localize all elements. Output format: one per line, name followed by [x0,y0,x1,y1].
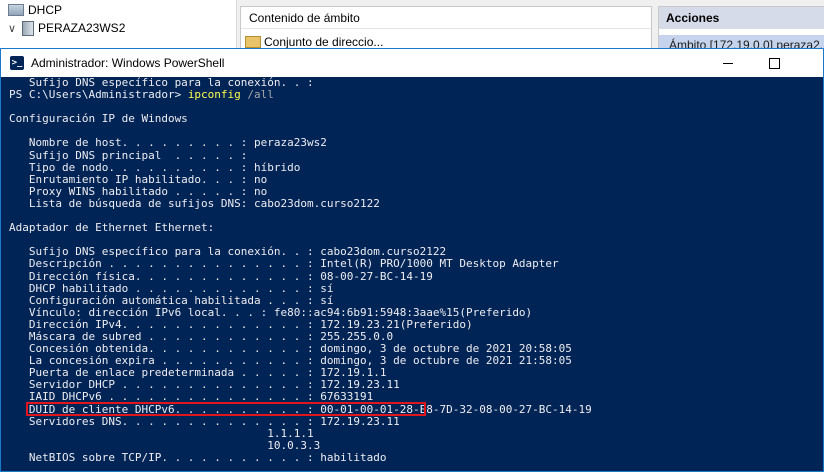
tree-pane: DHCP ∨ PERAZA23WS2 [0,0,237,52]
folder-icon [245,36,261,48]
server-icon [22,20,34,36]
powershell-window: >_ Administrador: Windows PowerShell Suf… [0,48,824,472]
actions-pane: Acciones Ámbito [172.19.0.0] peraza2... [658,6,824,55]
minimize-button[interactable] [705,49,751,77]
window-title: Administrador: Windows PowerShell [31,56,225,70]
content-list-item[interactable]: Conjunto de direccio... [245,35,383,49]
tree-item-dhcp-label: DHCP [28,3,63,17]
console-line: Sufijo DNS principal . . . . . : [9,148,248,162]
dhcp-icon [8,4,24,16]
title-bar[interactable]: >_ Administrador: Windows PowerShell [1,49,823,77]
console-line: Descripción . . . . . . . . . . . . . . … [9,257,559,271]
mmc-background-window: DHCP ∨ PERAZA23WS2 Contenido de ámbito C… [0,0,824,55]
console-line: Configuración automática habilitada . . … [9,293,334,307]
console-line: Adaptador de Ethernet Ethernet: [9,221,215,235]
console-line: Lista de búsqueda de sufijos DNS: cabo23… [9,196,380,210]
content-list-item-label: Conjunto de direccio... [264,35,384,49]
console-line: DHCP habilitado . . . . . . . . . . . . … [9,281,334,295]
console-line: Servidores DNS. . . . . . . . . . . . . … [9,414,400,428]
prompt-text: PS C:\Users\Administrador> [9,88,188,102]
console-line: NetBIOS sobre TCP/IP. . . . . . . . . . … [9,450,387,464]
command-text: ipconfig [187,88,241,102]
powershell-icon[interactable]: >_ [10,56,24,70]
actions-header: Acciones [659,7,824,29]
console-output[interactable]: Sufijo DNS específico para la conexión. … [1,77,823,471]
console-line: Dirección física. . . . . . . . . . . . … [9,269,433,283]
console-line: Configuración IP de Windows [9,112,188,126]
console-line: Nombre de host. . . . . . . . . : peraza… [9,136,327,150]
maximize-button[interactable] [751,49,797,77]
tree-item-server[interactable]: ∨ PERAZA23WS2 [8,20,125,36]
minimize-icon [723,62,733,64]
content-pane-header[interactable]: Contenido de ámbito [241,7,651,29]
chevron-down-icon[interactable]: ∨ [8,22,18,35]
maximize-icon [768,57,780,69]
content-pane: Contenido de ámbito Conjunto de direccio… [240,6,652,54]
console-line: Tipo de nodo. . . . . . . . . . : híbrid… [9,160,301,174]
prompt-line: PS C:\Users\Administrador> ipconfig /all [9,89,592,101]
command-parameter: /all [240,88,274,102]
tree-item-dhcp[interactable]: DHCP [8,2,62,18]
dhcp-server-highlight-box [26,402,426,416]
console-line: 1.1.1.1 [9,426,314,440]
tree-item-server-label: PERAZA23WS2 [38,21,126,35]
